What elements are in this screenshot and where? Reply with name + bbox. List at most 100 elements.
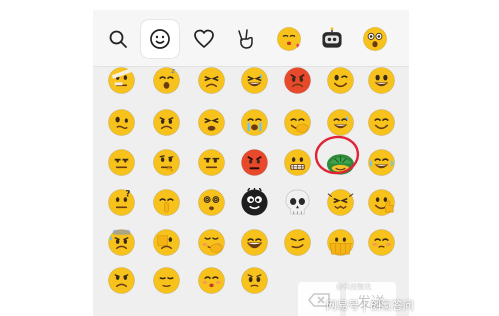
hugging-face-icon — [284, 109, 311, 136]
victory-hand-icon — [235, 28, 257, 50]
tab-shocked-emoji[interactable] — [356, 20, 394, 58]
emoji-smiling-face[interactable] — [367, 108, 396, 137]
emoji-face-palm-face[interactable] — [152, 228, 181, 257]
winking-face-icon — [327, 67, 354, 94]
questioning-face-icon: ? — [108, 189, 135, 216]
emoji-dizzy-face[interactable] — [197, 188, 226, 217]
search-icon — [108, 29, 128, 49]
sad-face-icon — [241, 267, 268, 294]
emoji-hugging-face[interactable] — [283, 108, 312, 137]
emoji-zipper-face[interactable] — [197, 228, 226, 257]
emoji-sweat-smile-face[interactable] — [326, 108, 355, 137]
emoji-neutral-face[interactable] — [197, 148, 226, 177]
screenshot-stage: z? 发送 @科技微讯 网易号 | 创氪答问 — [0, 0, 499, 316]
watermark-small: @科技微讯 — [336, 283, 371, 291]
neutral-face-icon — [198, 149, 225, 176]
watermark: 网易号 | 创氪答问 — [326, 296, 414, 314]
tab-search[interactable] — [99, 20, 137, 58]
emoji-turtle-face[interactable] — [326, 148, 355, 177]
emoji-big-grin-face[interactable] — [240, 228, 269, 257]
emoji-confused-face[interactable] — [107, 108, 136, 137]
tab-smiley[interactable] — [141, 20, 179, 58]
confused-face-icon — [108, 109, 135, 136]
kiss-emoji-icon — [276, 26, 302, 52]
emoji-questioning-face[interactable]: ? — [107, 188, 136, 217]
emoji-bandaged-face[interactable] — [107, 66, 136, 95]
sly-face-icon — [284, 229, 311, 256]
robot-sticker-icon — [319, 26, 345, 52]
emoji-grimacing-face[interactable] — [283, 148, 312, 177]
wincing-face-icon — [327, 189, 354, 216]
emoji-grid: z? — [93, 66, 409, 316]
grinning-face-icon — [368, 67, 395, 94]
emoji-winking-face[interactable] — [326, 66, 355, 95]
watermark-text: 网易号 | 创氪答问 — [326, 299, 414, 312]
grimacing-face-icon — [284, 149, 311, 176]
emoji-blushing-face[interactable] — [367, 228, 396, 257]
frowning-face-icon — [108, 267, 135, 294]
emoji-covering-face[interactable] — [326, 228, 355, 257]
shocked-emoji-icon — [362, 26, 388, 52]
face-palm-face-icon — [153, 229, 180, 256]
disappointed-face-icon — [153, 267, 180, 294]
emoji-black-smiling-face[interactable] — [240, 188, 269, 217]
heart-icon — [193, 29, 215, 49]
emoji-wincing-face[interactable] — [326, 188, 355, 217]
emoji-unamused-face[interactable] — [107, 148, 136, 177]
angry-face-icon — [284, 67, 311, 94]
emoji-squinting-face[interactable] — [197, 66, 226, 95]
sweating-face-icon — [241, 67, 268, 94]
emoji-frowning-face[interactable] — [107, 266, 136, 295]
emoji-shushing-face[interactable] — [152, 188, 181, 217]
emoji-pouting-face[interactable] — [197, 266, 226, 295]
thinking-face-icon — [153, 149, 180, 176]
pouting-face-icon — [198, 267, 225, 294]
tab-robot-sticker[interactable] — [313, 20, 351, 58]
zipper-face-icon — [198, 229, 225, 256]
skull-face-icon — [285, 189, 310, 215]
emoji-grinning-face[interactable] — [367, 66, 396, 95]
emoji-laughing-tears-face[interactable] — [367, 148, 396, 177]
emoji-thinking-face[interactable] — [152, 148, 181, 177]
emoji-sly-face[interactable] — [283, 228, 312, 257]
tab-victory-hand[interactable] — [227, 20, 265, 58]
unamused-face-icon — [108, 149, 135, 176]
black-smiling-face-icon — [241, 188, 268, 216]
tired-face-icon — [198, 109, 225, 136]
emoji-anxious-face[interactable] — [107, 228, 136, 257]
emoji-angry-red-face[interactable] — [240, 148, 269, 177]
shushing-face-icon — [153, 189, 180, 216]
emoji-sweating-face[interactable] — [240, 66, 269, 95]
emoji-angry-face[interactable] — [283, 66, 312, 95]
worried-face-icon — [153, 109, 180, 136]
sweat-smile-face-icon — [327, 109, 354, 136]
turtle-face-icon — [326, 154, 355, 175]
emoji-sleepy-face[interactable]: z — [152, 66, 181, 95]
emoji-disappointed-face[interactable] — [152, 266, 181, 295]
anxious-face-icon — [108, 229, 135, 256]
smiley-icon — [149, 28, 171, 50]
svg-text:?: ? — [125, 190, 130, 200]
tab-kiss-emoji[interactable] — [270, 20, 308, 58]
laughing-tears-face-icon — [368, 149, 395, 176]
emoji-panel: z? 发送 — [93, 10, 409, 316]
dizzy-face-icon — [198, 189, 225, 216]
emoji-sad-face[interactable] — [240, 266, 269, 295]
covering-face-icon — [327, 229, 354, 256]
thumbs-up-face-icon — [368, 189, 395, 216]
emoji-category-bar — [93, 10, 409, 67]
emoji-worried-face[interactable] — [152, 108, 181, 137]
emoji-skull-face[interactable] — [283, 188, 312, 217]
angry-red-face-icon — [241, 149, 268, 176]
emoji-tired-face[interactable] — [197, 108, 226, 137]
blushing-face-icon — [368, 229, 395, 256]
emoji-crying-face[interactable] — [240, 108, 269, 137]
sleepy-face-icon: z — [153, 67, 180, 94]
tab-heart[interactable] — [185, 20, 223, 58]
smiling-face-icon — [368, 109, 395, 136]
squinting-face-icon — [198, 67, 225, 94]
bandaged-face-icon — [108, 67, 135, 94]
emoji-thumbs-up-face[interactable] — [367, 188, 396, 217]
svg-text:z: z — [171, 67, 175, 75]
big-grin-face-icon — [241, 229, 268, 256]
